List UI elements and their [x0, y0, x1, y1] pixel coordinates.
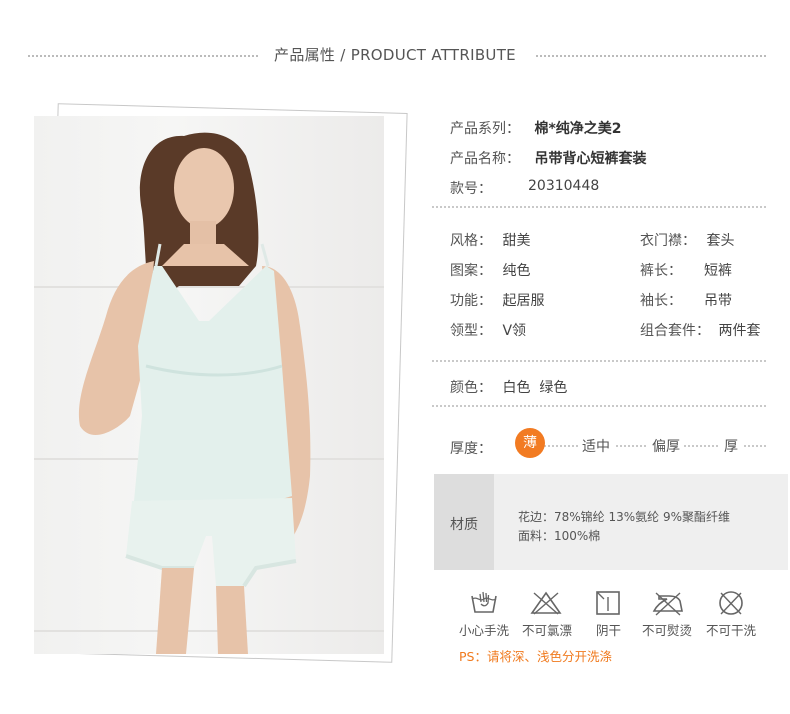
care-label-no-bleach: 不可氯漂 — [522, 623, 573, 638]
thickness-option-heavy[interactable]: 厚 — [720, 436, 742, 456]
material-label: 材质 — [450, 517, 478, 533]
collar-label: 领型： — [450, 323, 492, 339]
set-label: 组合套件： — [640, 323, 710, 339]
name-value: 吊带背心短裤套装 — [534, 151, 647, 167]
collar-value: V领 — [502, 323, 527, 339]
color-values: 白色 绿色 — [502, 380, 568, 396]
sku-value: 20310448 — [528, 178, 600, 194]
pattern-value: 纯色 — [502, 263, 531, 279]
header-divider-right — [536, 55, 766, 57]
pants-length-value: 短裤 — [704, 263, 732, 279]
model-figure — [78, 132, 311, 654]
thickness-label: 厚度： — [450, 441, 492, 457]
no-bleach-icon — [516, 590, 576, 616]
color-row: 颜色： 白色 绿色 — [450, 377, 567, 397]
pattern-row: 图案： 纯色 — [450, 260, 530, 280]
function-label: 功能： — [450, 293, 492, 309]
sku-label: 款号： — [450, 181, 492, 197]
material-fabric: 面料：100%棉 — [518, 529, 601, 543]
series-value: 棉*纯净之美2 — [534, 121, 622, 137]
function-row: 功能： 起居服 — [450, 290, 544, 310]
care-label-hand-wash: 小心手洗 — [459, 623, 510, 638]
material-lace: 花边：78%锦纶 13%氨纶 9%聚酯纤维 — [518, 510, 731, 524]
style-value: 甜美 — [502, 233, 531, 249]
collar-row: 领型： V领 — [450, 320, 526, 340]
hand-wash-icon — [454, 590, 514, 616]
series-row: 产品系列： 棉*纯净之美2 — [450, 118, 622, 138]
set-row: 组合套件： 两件套 — [640, 320, 760, 340]
name-label: 产品名称： — [450, 151, 520, 167]
style-row: 风格： 甜美 — [450, 230, 530, 250]
no-iron-icon — [638, 590, 698, 616]
placket-value: 套头 — [706, 233, 735, 249]
thickness-option-thick[interactable]: 偏厚 — [648, 436, 684, 456]
divider — [432, 360, 766, 362]
sleeve-label: 袖长： — [640, 293, 682, 309]
care-label-shade-dry: 阴干 — [596, 623, 622, 638]
series-label: 产品系列： — [450, 121, 520, 137]
function-value: 起居服 — [502, 293, 545, 309]
sleeve-value: 吊带 — [704, 293, 732, 309]
care-label-no-dry-clean: 不可干洗 — [706, 623, 757, 638]
wash-note: PS：请将深、浅色分开洗涤 — [459, 649, 612, 664]
divider — [432, 206, 766, 208]
divider — [432, 405, 766, 407]
name-row: 产品名称： 吊带背心短裤套装 — [450, 148, 646, 168]
placket-label: 衣门襟： — [640, 233, 696, 249]
set-value: 两件套 — [718, 323, 761, 339]
style-label: 风格： — [450, 233, 492, 249]
sku-row: 款号： 20310448 — [450, 178, 599, 198]
thickness-option-thin[interactable]: 薄 — [515, 428, 545, 458]
care-label-no-iron: 不可熨烫 — [642, 623, 693, 638]
sleeve-row: 袖长： 吊带 — [640, 290, 732, 310]
pants-length-row: 裤长： 短裤 — [640, 260, 732, 280]
shade-dry-icon — [578, 590, 638, 616]
pattern-label: 图案： — [450, 263, 492, 279]
pants-length-label: 裤长： — [640, 263, 682, 279]
placket-row: 衣门襟： 套头 — [640, 230, 734, 250]
product-photo — [34, 116, 384, 654]
color-label: 颜色： — [450, 380, 492, 396]
thickness-option-medium[interactable]: 适中 — [578, 436, 614, 456]
no-dry-clean-icon — [701, 590, 761, 616]
